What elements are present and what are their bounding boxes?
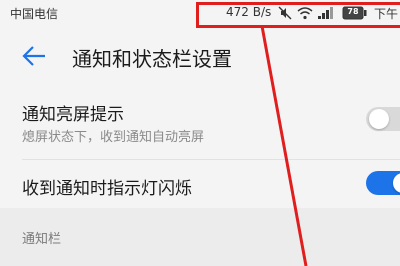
annotation-arrow-line bbox=[260, 25, 308, 266]
